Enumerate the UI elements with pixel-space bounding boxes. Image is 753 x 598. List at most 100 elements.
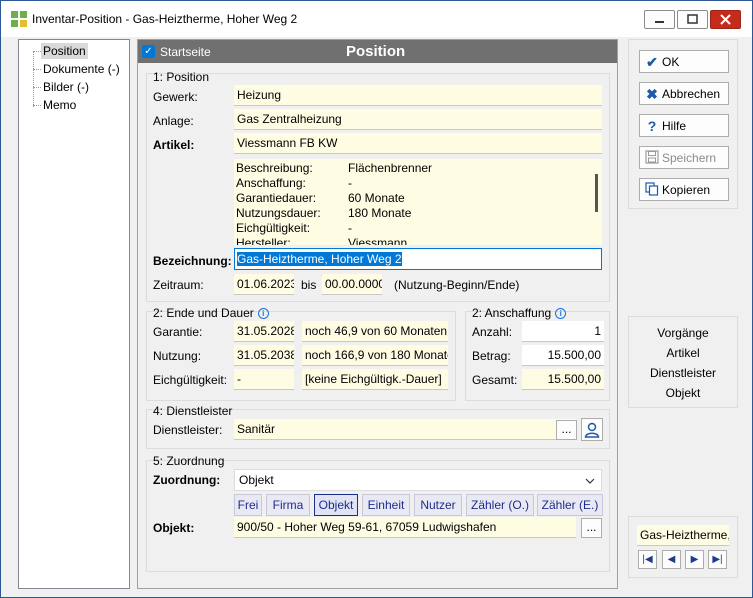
link-objekt[interactable]: Objekt <box>629 386 737 400</box>
garantie-date-field[interactable]: 31.05.2028 <box>234 321 294 342</box>
zuordnung-nutzer-button[interactable]: Nutzer <box>414 494 462 516</box>
save-disk-icon <box>644 150 660 166</box>
bezeichnung-input[interactable]: Gas-Heiztherme, Hoher Weg 2 <box>234 248 602 270</box>
betrag-field[interactable]: 15.500,00 <box>522 345 604 366</box>
startseite-checkbox[interactable]: ✓ <box>142 45 155 58</box>
detail-value: 180 Monate <box>348 206 412 220</box>
detail-key: Hersteller: <box>236 236 291 245</box>
ok-button[interactable]: ✔ OK <box>639 50 729 73</box>
help-question-icon: ? <box>647 118 657 134</box>
zeitraum-bis-label: bis <box>301 278 317 292</box>
nutzung-info-field: noch 166,9 von 180 Monate <box>302 345 448 366</box>
tree-item-position[interactable]: Position <box>41 43 88 59</box>
zeitraum-from-field[interactable]: 01.06.2023 <box>234 274 294 295</box>
objekt-browse-button[interactable]: ... <box>581 518 602 538</box>
detail-value: Flächenbrenner <box>348 161 433 175</box>
betrag-label: Betrag: <box>472 349 511 363</box>
zeitraum-hint: (Nutzung-Beginn/Ende) <box>394 278 520 292</box>
zuordnung-objekt-button[interactable]: Objekt <box>314 494 358 516</box>
bezeichnung-selected-text: Gas-Heiztherme, Hoher Weg 2 <box>237 252 402 266</box>
link-artikel[interactable]: Artikel <box>629 346 737 360</box>
title-bar: Inventar-Position - Gas-Heiztherme, Hohe… <box>1 1 752 37</box>
gesamt-field: 15.500,00 <box>522 369 604 390</box>
zeitraum-label: Zeitraum: <box>153 278 204 292</box>
maximize-button[interactable] <box>677 10 708 29</box>
navigation-tree: Position Dokumente (-) Bilder (-) Memo <box>18 39 130 589</box>
last-record-icon: ▶| <box>712 554 723 565</box>
first-record-icon: |◀ <box>642 554 653 565</box>
hilfe-button-label: Hilfe <box>662 119 687 133</box>
tree-connector <box>33 87 41 88</box>
copy-icon <box>644 182 660 198</box>
next-record-button[interactable]: ▶ <box>685 550 704 569</box>
bezeichnung-label: Bezeichnung: <box>153 254 232 268</box>
section-position-label: 1: Position <box>153 70 210 84</box>
zuordnung-dropdown[interactable]: Objekt <box>234 469 602 491</box>
garantie-info-field: noch 46,9 von 60 Monaten <box>302 321 448 342</box>
current-record-field: Gas-Heiztherme, Hoher Weg 2 <box>637 525 729 546</box>
anzahl-label: Anzahl: <box>472 325 513 339</box>
objekt-field[interactable]: 900/50 - Hoher Weg 59-61, 67059 Ludwigsh… <box>234 517 576 538</box>
info-icon[interactable]: i <box>555 308 567 320</box>
nutzung-date-field[interactable]: 31.05.2038 <box>234 345 294 366</box>
kopieren-button[interactable]: Kopieren <box>639 178 729 201</box>
close-button[interactable] <box>710 10 741 29</box>
prev-record-button[interactable]: ◀ <box>662 550 681 569</box>
main-panel: ✓ Startseite Position 1: Position Gewerk… <box>137 39 618 589</box>
eichgueltigkeit-label: Eichgültigkeit: <box>153 373 228 387</box>
link-vorgaenge[interactable]: Vorgänge <box>629 326 737 340</box>
tree-item-bilder[interactable]: Bilder (-) <box>41 79 91 95</box>
dienstleister-field[interactable]: Sanitär <box>234 419 576 440</box>
detail-value: - <box>348 221 352 235</box>
gewerk-label: Gewerk: <box>153 90 198 104</box>
related-links-group: Vorgänge Artikel Dienstleister Objekt <box>628 316 738 408</box>
tree-connector <box>33 69 41 70</box>
tree-item-dokumente[interactable]: Dokumente (-) <box>41 61 122 77</box>
close-icon <box>720 14 731 25</box>
tree-item-memo[interactable]: Memo <box>41 97 78 113</box>
abbrechen-button[interactable]: ✖ Abbrechen <box>639 82 729 105</box>
dienstleister-person-button[interactable] <box>581 418 603 441</box>
zuordnung-zaehler-e-button[interactable]: Zähler (E.) <box>537 494 603 516</box>
zuordnung-selected: Objekt <box>239 473 274 487</box>
link-dienstleister[interactable]: Dienstleister <box>629 366 737 380</box>
maximize-icon <box>687 14 698 24</box>
eichgueltigkeit-info-field: [keine Eichgültigk.-Dauer] <box>302 369 448 390</box>
zuordnung-einheit-button[interactable]: Einheit <box>362 494 410 516</box>
hilfe-button[interactable]: ? Hilfe <box>639 114 729 137</box>
details-scrollbar[interactable] <box>595 174 598 212</box>
zuordnung-frei-button[interactable]: Frei <box>234 494 262 516</box>
chevron-down-icon <box>585 478 595 484</box>
abbrechen-button-label: Abbrechen <box>662 87 721 101</box>
detail-key: Garantiedauer: <box>236 191 317 205</box>
section-ende-dauer-text: 2: Ende und Dauer <box>153 306 254 320</box>
section-anschaffung-label: 2: Anschaffung i <box>472 306 567 320</box>
person-icon <box>584 422 600 438</box>
gewerk-field[interactable]: Heizung <box>234 85 602 106</box>
startseite-label: Startseite <box>160 45 211 59</box>
eichgueltigkeit-date-field[interactable]: - <box>234 369 294 390</box>
speichern-button[interactable]: Speichern <box>639 146 729 169</box>
anlage-label: Anlage: <box>153 114 194 128</box>
zuordnung-zaehler-o-button[interactable]: Zähler (O.) <box>466 494 534 516</box>
anlage-field[interactable]: Gas Zentralheizung <box>234 109 602 130</box>
last-record-button[interactable]: ▶| <box>708 550 727 569</box>
page-title: Position <box>346 43 406 60</box>
first-record-button[interactable]: |◀ <box>638 550 657 569</box>
detail-key: Eichgültigkeit: <box>236 221 311 235</box>
zeitraum-to-field[interactable]: 00.00.0000 <box>322 274 382 295</box>
minimize-button[interactable] <box>644 10 675 29</box>
tree-connector <box>33 105 41 106</box>
garantie-label: Garantie: <box>153 325 203 339</box>
objekt-label: Objekt: <box>153 521 195 535</box>
info-icon[interactable]: i <box>257 308 269 320</box>
anzahl-field[interactable]: 1 <box>522 321 604 342</box>
page-header: ✓ Startseite Position <box>138 40 617 63</box>
artikel-field[interactable]: Viessmann FB KW <box>234 133 602 154</box>
dienstleister-browse-button[interactable]: ... <box>556 420 577 440</box>
section-anschaffung-text: 2: Anschaffung <box>472 306 552 320</box>
detail-key: Nutzungsdauer: <box>236 206 321 220</box>
zuordnung-firma-button[interactable]: Firma <box>266 494 310 516</box>
gesamt-label: Gesamt: <box>472 373 518 387</box>
detail-key: Anschaffung: <box>236 176 306 190</box>
